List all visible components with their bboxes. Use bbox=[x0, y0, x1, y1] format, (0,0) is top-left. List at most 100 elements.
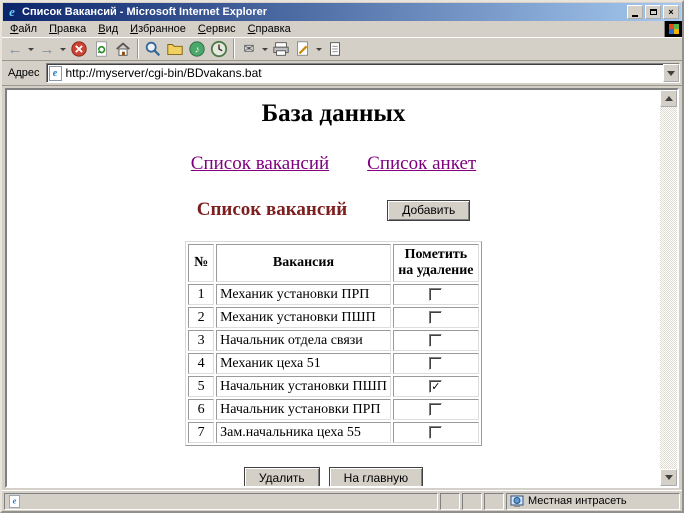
back-button[interactable]: ← bbox=[4, 38, 26, 60]
row-number-cell: 7 bbox=[188, 422, 215, 444]
checkbox-cell bbox=[392, 330, 479, 352]
table-row: 4 Механик цеха 51 bbox=[188, 353, 479, 375]
vacancy-cell: Начальник установки ПРП bbox=[216, 399, 391, 421]
web-page: База данных Список вакансий Список анкет… bbox=[7, 90, 660, 486]
table-header-row: № Вакансия Пометить на удаление bbox=[188, 244, 479, 283]
mail-icon: ✉ bbox=[243, 41, 255, 56]
window-title: Список Вакансий - Microsoft Internet Exp… bbox=[22, 6, 268, 18]
section-title: Список вакансий bbox=[196, 199, 348, 220]
back-arrow-icon: ← bbox=[7, 40, 23, 58]
status-pane bbox=[462, 492, 482, 510]
home-button[interactable] bbox=[112, 38, 134, 60]
delete-checkbox[interactable] bbox=[429, 333, 443, 347]
browser-window: e Список Вакансий - Microsoft Internet E… bbox=[0, 0, 684, 513]
nav-links: Список вакансий Список анкет bbox=[7, 153, 660, 175]
table-row: 7 Зам.начальника цеха 55 bbox=[188, 422, 479, 444]
row-number-cell: 3 bbox=[188, 330, 215, 352]
status-zone-label: Местная интрасеть bbox=[528, 495, 627, 507]
page-icon: e bbox=[48, 65, 62, 81]
menu-tools[interactable]: Сервис bbox=[192, 22, 242, 36]
forward-button[interactable]: → bbox=[36, 38, 58, 60]
vacancy-cell: Механик установки ПШП bbox=[216, 307, 391, 329]
link-questionnaire-list[interactable]: Список анкет bbox=[367, 153, 476, 175]
row-number-cell: 4 bbox=[188, 353, 215, 375]
row-number-cell: 1 bbox=[188, 284, 215, 306]
history-button[interactable] bbox=[208, 38, 230, 60]
vertical-scrollbar[interactable] bbox=[660, 90, 677, 486]
vacancy-cell: Механик цеха 51 bbox=[216, 353, 391, 375]
delete-button[interactable]: Удалить bbox=[243, 467, 320, 486]
scroll-up-button[interactable] bbox=[660, 90, 677, 107]
minimize-button[interactable] bbox=[627, 5, 643, 19]
delete-checkbox[interactable] bbox=[429, 287, 443, 301]
intranet-zone-icon bbox=[510, 495, 524, 507]
print-icon bbox=[273, 42, 289, 56]
minimize-icon bbox=[632, 15, 638, 17]
address-dropdown-button[interactable] bbox=[663, 64, 679, 82]
delete-checkbox[interactable] bbox=[429, 310, 443, 324]
search-icon bbox=[145, 41, 161, 57]
refresh-icon bbox=[96, 41, 107, 57]
refresh-button[interactable] bbox=[90, 38, 112, 60]
toolbar-separator bbox=[137, 39, 139, 59]
back-dropdown-icon[interactable] bbox=[28, 47, 34, 51]
scroll-down-button[interactable] bbox=[660, 469, 677, 486]
viewport: База данных Список вакансий Список анкет… bbox=[5, 88, 679, 488]
status-zone-pane: Местная интрасеть bbox=[506, 492, 680, 510]
search-button[interactable] bbox=[142, 38, 164, 60]
delete-checkbox[interactable] bbox=[429, 425, 443, 439]
arrow-down-icon bbox=[664, 475, 673, 480]
edit-button[interactable] bbox=[292, 38, 314, 60]
favorites-button[interactable] bbox=[164, 38, 186, 60]
delete-checkbox[interactable] bbox=[429, 356, 443, 370]
vacancy-cell: Механик установки ПРП bbox=[216, 284, 391, 306]
menu-bar: Файл Правка Вид Избранное Сервис Справка bbox=[2, 21, 682, 37]
history-clock-icon bbox=[210, 40, 228, 58]
content-frame: База данных Список вакансий Список анкет… bbox=[2, 86, 682, 490]
delete-checkbox[interactable]: ✓ bbox=[429, 379, 443, 393]
favorites-folder-icon bbox=[167, 44, 183, 55]
menu-edit[interactable]: Правка bbox=[43, 22, 92, 36]
menu-view[interactable]: Вид bbox=[92, 22, 124, 36]
discuss-button[interactable] bbox=[324, 38, 346, 60]
menu-file[interactable]: Файл bbox=[4, 22, 43, 36]
table-row: 2 Механик установки ПШП bbox=[188, 307, 479, 329]
row-number-cell: 6 bbox=[188, 399, 215, 421]
status-bar: e Местная интрасеть bbox=[2, 490, 682, 511]
row-number-cell: 5 bbox=[188, 376, 215, 398]
menu-help[interactable]: Справка bbox=[242, 22, 297, 36]
title-bar: e Список Вакансий - Microsoft Internet E… bbox=[3, 3, 681, 21]
table-row: 6 Начальник установки ПРП bbox=[188, 399, 479, 421]
vacancy-cell: Начальник установки ПШП bbox=[216, 376, 391, 398]
mail-dropdown-icon[interactable] bbox=[262, 47, 268, 51]
edit-dropdown-icon[interactable] bbox=[316, 47, 322, 51]
toolbar-separator bbox=[233, 39, 235, 59]
section-row: Список вакансий Добавить bbox=[7, 199, 660, 221]
add-button[interactable]: Добавить bbox=[387, 199, 471, 221]
checkbox-cell bbox=[392, 399, 479, 421]
print-button[interactable] bbox=[270, 38, 292, 60]
link-vacancy-list[interactable]: Список вакансий bbox=[191, 153, 329, 175]
stop-button[interactable] bbox=[68, 38, 90, 60]
status-page-icon: e bbox=[8, 494, 21, 508]
menu-favorites[interactable]: Избранное bbox=[124, 22, 192, 36]
restore-button[interactable] bbox=[645, 5, 661, 19]
address-field: e bbox=[45, 63, 680, 83]
discuss-document-icon bbox=[330, 42, 340, 56]
media-icon: ♪ bbox=[189, 41, 205, 57]
stop-icon bbox=[71, 41, 87, 57]
delete-checkbox[interactable] bbox=[429, 402, 443, 416]
media-button[interactable]: ♪ bbox=[186, 38, 208, 60]
header-number: № bbox=[188, 244, 215, 283]
address-label: Адрес bbox=[8, 67, 40, 79]
svg-text:♪: ♪ bbox=[195, 45, 200, 56]
table-row: 3 Начальник отдела связи bbox=[188, 330, 479, 352]
forward-dropdown-icon[interactable] bbox=[60, 47, 66, 51]
windows-flag-icon bbox=[668, 24, 679, 34]
address-input[interactable] bbox=[65, 65, 663, 81]
mail-button[interactable]: ✉ bbox=[238, 38, 260, 60]
checkbox-cell bbox=[392, 353, 479, 375]
home-page-button[interactable]: На главную bbox=[328, 467, 424, 486]
restore-icon bbox=[649, 9, 657, 15]
close-button[interactable]: × bbox=[663, 5, 679, 19]
